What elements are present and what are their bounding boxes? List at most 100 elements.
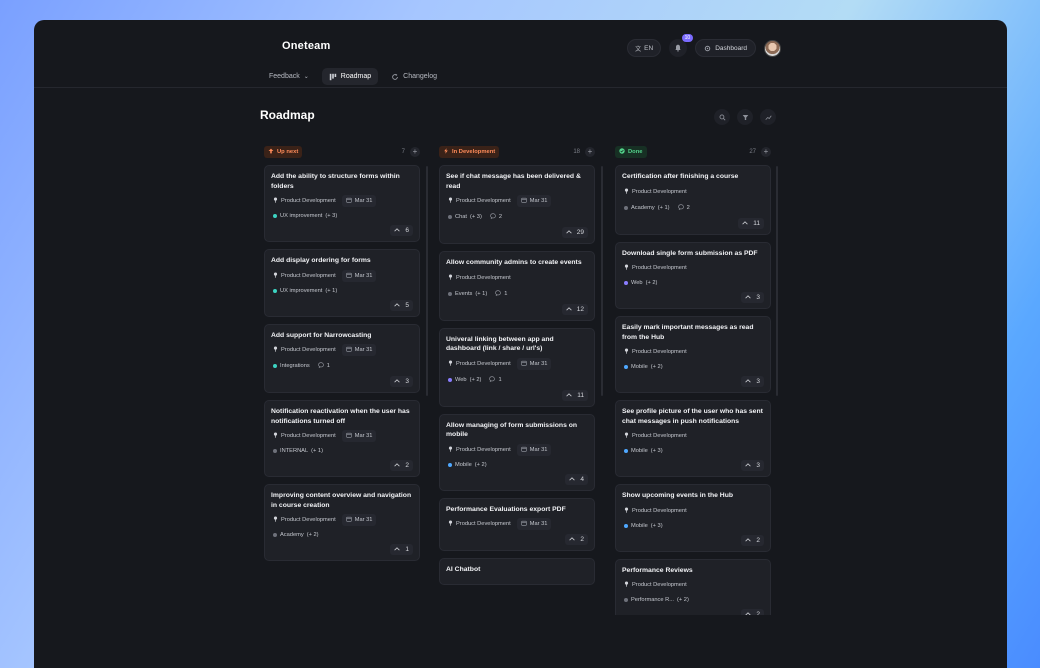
pin-icon <box>273 272 278 280</box>
upvote-button[interactable]: 11 <box>738 217 764 229</box>
chevron-up-icon <box>566 392 572 399</box>
roadmap-card[interactable]: Download single form submission as PDF Pr… <box>615 241 771 309</box>
tab-changelog[interactable]: Changelog <box>384 68 444 85</box>
roadmap-card[interactable]: Allow community admins to create events P… <box>439 251 595 321</box>
card-meta: Product Development Mar 31 <box>446 357 588 370</box>
chevron-up-icon <box>566 306 572 313</box>
card-meta: Product Development Mar 31 <box>271 430 413 442</box>
trend-icon <box>764 115 772 120</box>
roadmap-card[interactable]: Add display ordering for forms Product De… <box>264 249 420 317</box>
card-title: Certification after finishing a course <box>622 173 739 180</box>
column-count: 18 <box>573 149 580 155</box>
upvote-button[interactable]: 3 <box>741 376 764 387</box>
tag-label: Academy <box>631 204 655 211</box>
pin-icon <box>624 507 629 515</box>
upvote-button[interactable]: 3 <box>741 292 764 303</box>
upvote-button[interactable]: 3 <box>741 460 764 471</box>
roadmap-card[interactable]: Performance Reviews Product Development Pe… <box>615 558 771 615</box>
user-avatar[interactable] <box>764 39 781 57</box>
roadmap-card[interactable]: Show upcoming events in the Hub Product D… <box>615 484 771 552</box>
roadmap-card[interactable]: AI Chatbot <box>439 558 595 585</box>
scrollbar-done[interactable] <box>776 166 778 396</box>
upvote-button[interactable]: 1 <box>390 544 413 555</box>
add-card-button[interactable]: + <box>410 147 420 157</box>
roadmap-tools <box>714 109 776 125</box>
pin-icon <box>624 188 629 196</box>
chevron-up-icon <box>745 462 752 469</box>
scrollbar-in-development[interactable] <box>601 166 603 396</box>
tag-more: (+ 2) <box>650 364 663 370</box>
status-label: In Development <box>452 149 496 155</box>
vote-count: 11 <box>577 391 584 399</box>
notifications-button[interactable]: 10 <box>669 34 694 57</box>
tag-dot-icon <box>273 364 277 368</box>
upvote-button[interactable]: 2 <box>741 609 764 615</box>
upvote-button[interactable]: 6 <box>390 225 413 236</box>
filter-button[interactable] <box>737 109 753 125</box>
upvote-button[interactable]: 2 <box>565 534 588 545</box>
roadmap-card[interactable]: Allow managing of form submissions on mo… <box>439 413 595 491</box>
roadmap-card[interactable]: See profile picture of the user who has … <box>615 400 771 477</box>
tag-chip: UX improvement (+ 1) <box>271 286 339 296</box>
tag-label: Web <box>631 280 643 286</box>
language-switch[interactable]: 文 EN <box>627 39 662 57</box>
column-header: Up next 7 + <box>264 145 420 159</box>
vote-count: 2 <box>756 611 760 615</box>
upvote-button[interactable]: 5 <box>390 299 413 311</box>
roadmap-card[interactable]: Add the ability to structure forms withi… <box>264 165 420 242</box>
tag-dot-icon <box>624 598 628 602</box>
add-card-button[interactable]: + <box>761 147 771 157</box>
bell-icon <box>675 44 681 52</box>
comment-icon <box>489 375 496 384</box>
date-label: Mar 31 <box>529 446 548 453</box>
column-count: 27 <box>749 149 756 155</box>
category-label: Product Development <box>456 274 511 281</box>
roadmap-card[interactable]: Improving content overview and navigatio… <box>264 484 420 561</box>
vote-count: 5 <box>405 301 409 309</box>
roadmap-card[interactable]: Performance Evaluations export PDF Produc… <box>439 497 595 551</box>
card-tags: Events (+ 1) 1 <box>446 288 588 300</box>
tag-dot-icon <box>624 523 628 528</box>
vote-row: 11 <box>446 389 588 401</box>
upvote-button[interactable]: 4 <box>565 473 588 485</box>
roadmap-card[interactable]: Univeral linking between app and dashboa… <box>439 327 595 407</box>
card-meta: Product Development <box>622 262 764 274</box>
card-tags: Web (+ 2) 1 <box>446 374 588 386</box>
trend-button[interactable] <box>760 109 776 125</box>
comment-count-label: 1 <box>504 290 508 297</box>
vote-count: 3 <box>405 378 409 385</box>
calendar-icon <box>521 446 527 454</box>
tag-dot-icon <box>448 377 452 382</box>
language-label: EN <box>644 44 654 52</box>
roadmap-card[interactable]: See if chat message has been delivered &… <box>439 165 595 244</box>
card-meta: Product Development Mar 31 <box>271 269 413 282</box>
tab-feedback[interactable]: Feedback ⌄ <box>262 68 316 85</box>
tab-roadmap[interactable]: Roadmap <box>321 68 379 85</box>
roadmap-card[interactable]: Easily mark important messages as read f… <box>615 316 771 393</box>
search-button[interactable] <box>714 109 730 125</box>
upvote-button[interactable]: 11 <box>562 389 588 401</box>
roadmap-card[interactable]: Add support for Narrowcasting Product Dev… <box>264 323 420 393</box>
upvote-button[interactable]: 2 <box>741 534 764 546</box>
vote-row: 5 <box>271 299 413 311</box>
pin-icon <box>273 432 278 440</box>
dashboard-button[interactable]: Dashboard <box>695 39 756 57</box>
brand-name[interactable]: Oneteam <box>282 40 330 52</box>
upvote-button[interactable]: 29 <box>561 227 588 238</box>
upvote-button[interactable]: 3 <box>390 376 413 387</box>
roadmap-card[interactable]: Notification reactivation when the user … <box>264 400 420 477</box>
date-label: Mar 31 <box>354 517 373 523</box>
scrollbar-up-next[interactable] <box>426 166 428 396</box>
card-tags: Mobile (+ 2) <box>446 460 588 470</box>
chevron-up-icon <box>394 378 401 385</box>
upvote-button[interactable]: 2 <box>390 460 413 471</box>
upvote-button[interactable]: 12 <box>561 303 588 315</box>
main-nav: Feedback ⌄ Roadmap Changelog <box>262 68 444 85</box>
card-meta: Product Development <box>622 346 764 358</box>
category-chip: Product Development <box>446 518 513 530</box>
roadmap-card[interactable]: Certification after finishing a course Pr… <box>615 165 771 235</box>
tag-label: Mobile <box>631 522 648 529</box>
page-title: Roadmap <box>260 108 315 122</box>
category-chip: Product Development <box>622 186 689 198</box>
add-card-button[interactable]: + <box>585 147 595 157</box>
